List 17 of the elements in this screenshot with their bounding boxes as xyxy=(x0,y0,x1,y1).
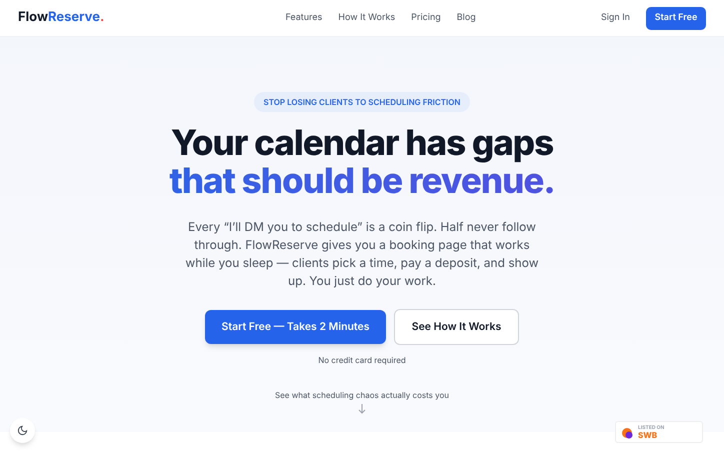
start-free-primary-button[interactable]: Start Free — Takes 2 Minutes xyxy=(205,310,386,344)
sign-in-link[interactable]: Sign In xyxy=(600,11,630,25)
nav-link[interactable]: Pricing xyxy=(411,11,441,25)
nav-link[interactable]: Features xyxy=(285,11,322,25)
eyebrow-tag: STOP LOSING CLIENTS TO SCHEDULING FRICTION xyxy=(254,92,470,112)
hero-title: Your calendar has gaps xyxy=(170,124,554,162)
nav-link[interactable]: Blog xyxy=(456,11,476,25)
start-free-button[interactable]: Start Free xyxy=(646,6,706,30)
swb-label: SWB xyxy=(638,430,658,438)
scroll-hint-link[interactable]: See what scheduling chaos actually costs you xyxy=(274,389,449,401)
logo[interactable]: FlowReserve. xyxy=(18,8,104,28)
down-arrow-icon xyxy=(358,404,366,414)
see-how-it-works-button[interactable]: See How It Works xyxy=(394,309,519,345)
moon-icon xyxy=(17,425,28,436)
hero-description: Every “I’ll DM you to schedule” is a coin flip. Half never follow through. FlowReserve gives you a booking page that works while you sleep — clients pick a time, pay a deposit, and show up. You just do your work. xyxy=(184,218,540,290)
nav-link[interactable]: How It Works xyxy=(338,11,396,25)
no-credit-card-note: No credit card required xyxy=(318,354,406,366)
